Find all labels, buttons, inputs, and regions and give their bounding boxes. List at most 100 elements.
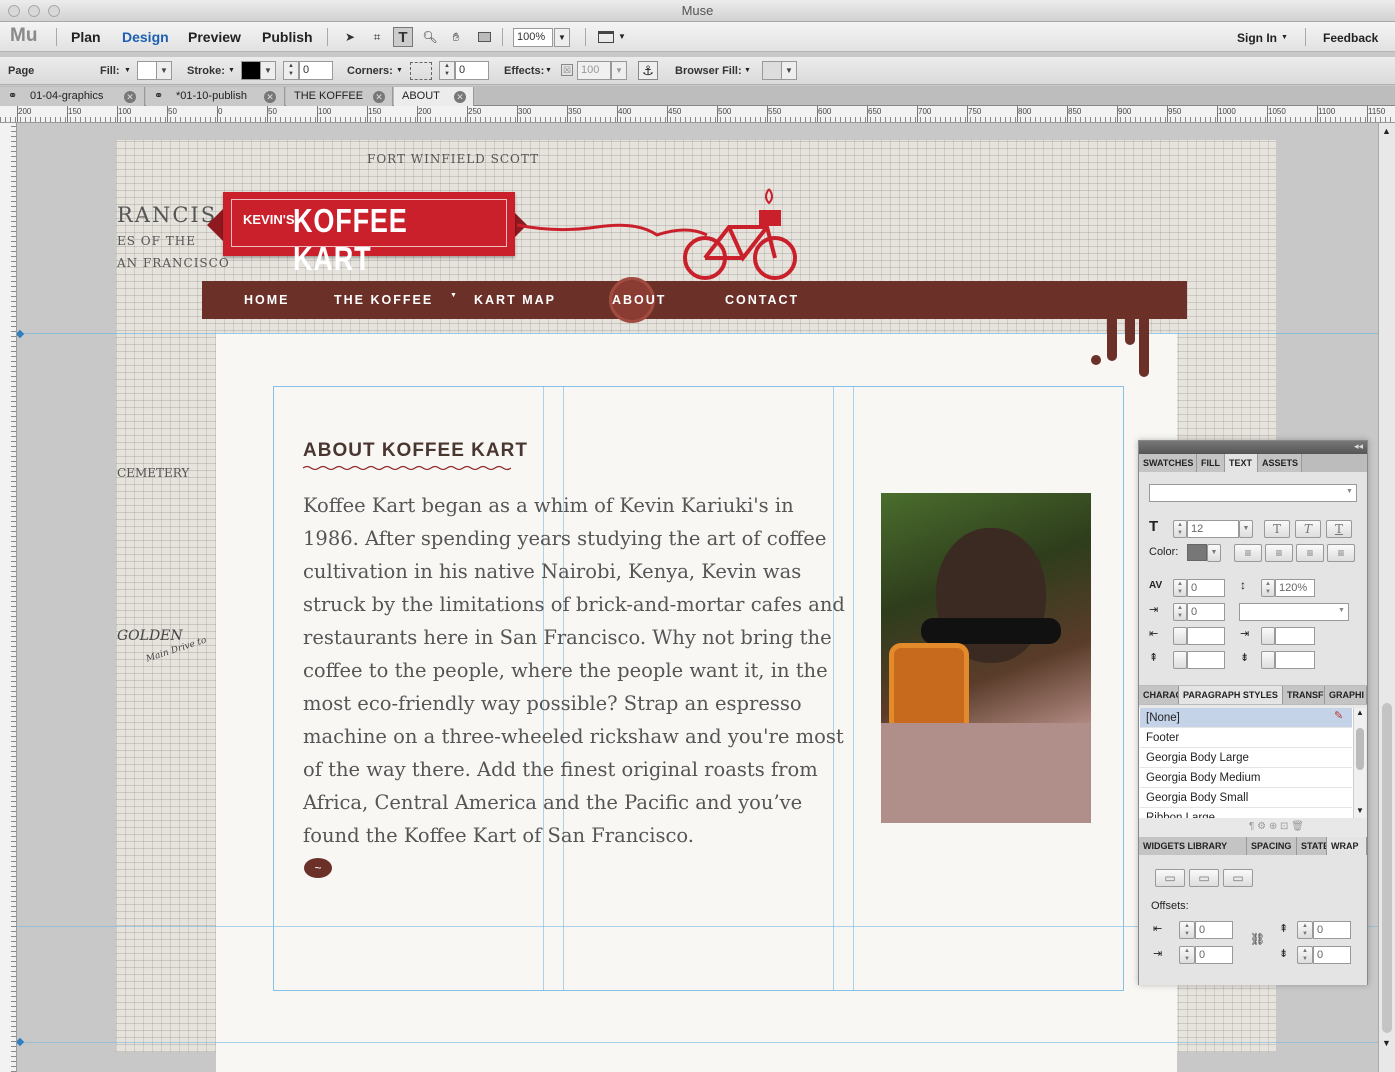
leading-field[interactable]: 120% — [1275, 579, 1315, 597]
tab-paragraph-styles[interactable]: PARAGRAPH STYLES — [1179, 686, 1283, 704]
space-before-stepper[interactable] — [1173, 651, 1187, 669]
tab-design[interactable]: Design — [122, 22, 169, 52]
effects-label[interactable]: Effects: — [504, 57, 544, 85]
about-heading[interactable]: ABOUT KOFFEE KART — [303, 440, 528, 462]
panel-header[interactable]: ◂◂ — [1139, 441, 1367, 454]
stroke-swatch[interactable] — [241, 61, 261, 80]
fill-dropdown-icon[interactable]: ▼ — [156, 61, 172, 80]
doc-tab-01-10-publish[interactable]: ⚭ *01-10-publish ✕ — [146, 87, 285, 106]
bullet-select[interactable] — [1239, 603, 1349, 621]
browser-fill-label[interactable]: Browser Fill: — [675, 57, 742, 85]
nav-contact[interactable]: CONTACT — [725, 281, 799, 319]
left-indent-stepper[interactable] — [1173, 627, 1187, 645]
style-actions-icons[interactable]: ¶ ⚙ ⊕ ⊡ 🗑︎ — [1249, 821, 1304, 832]
tab-graphic-styles[interactable]: GRAPHI — [1325, 686, 1367, 704]
logo-ribbon[interactable]: KEVIN'S KOFFEE KART — [223, 192, 515, 277]
tab-text[interactable]: TEXT — [1225, 454, 1258, 472]
offset-bottom-field[interactable]: 0 — [1313, 946, 1351, 964]
corners-stepper[interactable]: ▲ ▼ — [439, 61, 455, 80]
wrap-none-button[interactable]: ▭ — [1155, 869, 1185, 887]
offset-top-field[interactable]: 0 — [1313, 921, 1351, 939]
close-tab-icon[interactable]: ✕ — [124, 91, 136, 103]
space-before-field[interactable] — [1187, 651, 1225, 669]
right-indent-field[interactable] — [1275, 627, 1315, 645]
tracking-stepper[interactable]: ▲ ▼ — [1173, 579, 1187, 597]
underline-button[interactable]: T — [1326, 520, 1352, 538]
corner-radius-field[interactable]: 0 — [455, 61, 489, 80]
scroll-thumb[interactable] — [1382, 703, 1392, 1033]
horizontal-guide[interactable] — [17, 1042, 1378, 1043]
doc-tab-about[interactable]: ABOUT ✕ — [394, 87, 474, 106]
style-item-none[interactable]: [None] — [1140, 708, 1352, 728]
guide-handle[interactable] — [17, 1037, 25, 1047]
stroke-chevron-icon[interactable]: ▼ — [228, 67, 235, 74]
scroll-up-icon[interactable]: ▲ — [1382, 126, 1391, 136]
horizontal-guide[interactable] — [17, 333, 1378, 334]
nav-the-koffee[interactable]: THE KOFFEE — [334, 281, 433, 319]
opacity-dropdown-icon[interactable]: ▼ — [611, 61, 627, 80]
font-size-field[interactable]: 12 — [1187, 520, 1239, 538]
view-options-icon[interactable] — [596, 27, 616, 47]
doc-tab-01-04-graphics[interactable]: ⚭ 01-04-graphics ✕ — [0, 87, 145, 106]
browser-fill-chevron-icon[interactable]: ▼ — [744, 67, 751, 74]
sign-in-menu[interactable]: Sign In — [1237, 31, 1277, 45]
offset-left-stepper[interactable]: ▲ ▼ — [1179, 921, 1195, 939]
nav-home[interactable]: HOME — [244, 281, 290, 319]
style-scroll-down-icon[interactable]: ▼ — [1356, 806, 1364, 815]
right-indent-stepper[interactable] — [1261, 627, 1275, 645]
wrap-right-button[interactable]: ▭ — [1223, 869, 1253, 887]
crop-tool-icon[interactable]: ⌗ — [367, 27, 387, 47]
style-item-footer[interactable]: Footer — [1140, 728, 1352, 748]
guide-handle[interactable] — [17, 329, 25, 339]
effects-chevron-icon[interactable]: ▼ — [545, 67, 552, 74]
text-color-swatch[interactable] — [1187, 544, 1207, 561]
space-after-field[interactable] — [1275, 651, 1315, 669]
tab-widgets-library[interactable]: WIDGETS LIBRARY — [1139, 837, 1247, 855]
tab-assets[interactable]: ASSETS — [1258, 454, 1302, 472]
opacity-field[interactable]: 100 — [577, 61, 611, 80]
close-tab-icon[interactable]: ✕ — [454, 91, 466, 103]
tab-wrap[interactable]: WRAP — [1327, 837, 1367, 855]
zoom-window-button[interactable] — [48, 5, 60, 17]
browser-fill-dropdown-icon[interactable]: ▼ — [781, 61, 797, 80]
style-item-georgia-body-large[interactable]: Georgia Body Large — [1140, 748, 1352, 768]
tab-character[interactable]: CHARAC — [1139, 686, 1179, 704]
scroll-down-icon[interactable]: ▼ — [1382, 1038, 1391, 1048]
offset-right-field[interactable]: 0 — [1195, 946, 1233, 964]
browser-fill-swatch[interactable] — [762, 61, 782, 80]
indent-stepper[interactable]: ▲ ▼ — [1173, 603, 1187, 621]
kevin-photo[interactable] — [881, 493, 1091, 823]
about-body-text[interactable]: Koffee Kart began as a whim of Kevin Kar… — [303, 489, 848, 852]
corners-chevron-icon[interactable]: ▼ — [396, 67, 403, 74]
text-tool-icon[interactable]: T — [393, 27, 413, 47]
tab-fill[interactable]: FILL — [1197, 454, 1225, 472]
stroke-label[interactable]: Stroke: — [187, 57, 225, 85]
align-center-button[interactable]: ≡ — [1265, 544, 1293, 562]
align-left-button[interactable]: ≡ — [1234, 544, 1262, 562]
bold-button[interactable]: T — [1264, 520, 1290, 538]
tab-states[interactable]: STATES — [1297, 837, 1327, 855]
vertical-scrollbar[interactable]: ▲ ▼ — [1378, 123, 1395, 1072]
tab-preview[interactable]: Preview — [188, 22, 241, 52]
align-right-button[interactable]: ≡ — [1296, 544, 1324, 562]
offset-top-stepper[interactable]: ▲ ▼ — [1297, 921, 1313, 939]
color-dropdown-icon[interactable]: ▼ — [1207, 544, 1221, 562]
zoom-tool-icon[interactable]: 🔍︎ — [420, 27, 440, 47]
font-family-select[interactable] — [1149, 484, 1357, 502]
offset-bottom-stepper[interactable]: ▲ ▼ — [1297, 946, 1313, 964]
nav-kart-map[interactable]: KART MAP — [474, 281, 556, 319]
offset-right-stepper[interactable]: ▲ ▼ — [1179, 946, 1195, 964]
left-indent-field[interactable] — [1187, 627, 1225, 645]
collapse-panel-icon[interactable]: ◂◂ — [1354, 441, 1363, 452]
stroke-stepper[interactable]: ▲ ▼ — [283, 61, 299, 80]
corners-icon[interactable] — [410, 62, 432, 80]
clear-override-icon[interactable]: ✎ — [1334, 709, 1343, 722]
style-item-georgia-body-medium[interactable]: Georgia Body Medium — [1140, 768, 1352, 788]
justify-button[interactable]: ≡ — [1327, 544, 1355, 562]
style-scroll-up-icon[interactable]: ▲ — [1356, 708, 1364, 717]
fill-label[interactable]: Fill: — [100, 57, 120, 85]
style-list-scrollbar[interactable]: ▲ ▼ — [1353, 708, 1366, 818]
tracking-field[interactable]: 0 — [1187, 579, 1225, 597]
doc-tab-the-koffee[interactable]: THE KOFFEE ✕ — [286, 87, 393, 106]
close-tab-icon[interactable]: ✕ — [264, 91, 276, 103]
